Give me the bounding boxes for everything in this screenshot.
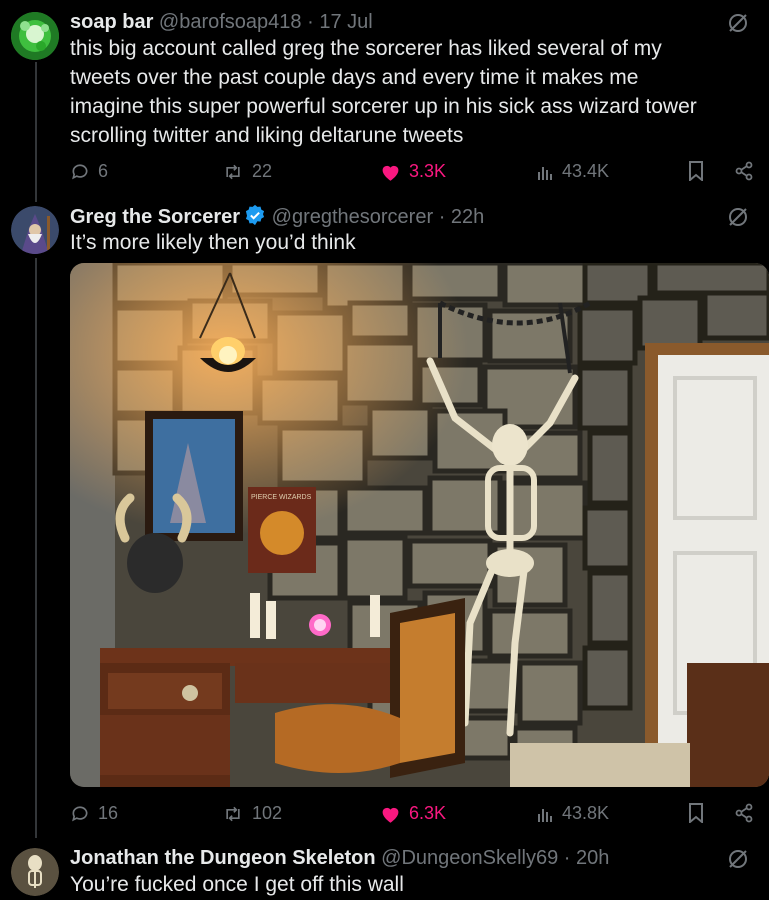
like-count: 3.3K (409, 161, 447, 181)
heart-icon (382, 165, 399, 181)
separator: · (563, 847, 571, 869)
user-handle[interactable]: @barofsoap418 (159, 11, 302, 33)
like-count: 6.3K (409, 803, 447, 823)
tweet-header: Greg the Sorcerer @gregthesorcerer · 22h (70, 204, 484, 229)
display-name[interactable]: Greg the Sorcerer (70, 206, 240, 228)
separator: · (438, 206, 446, 228)
tweet-text-line: imagine this super powerful sorcerer up … (70, 95, 697, 118)
views-button[interactable]: 43.4K (536, 161, 609, 182)
view-count: 43.8K (562, 803, 610, 823)
heart-icon (382, 807, 399, 823)
retweet-count: 102 (252, 803, 283, 823)
retweet-icon (226, 164, 240, 179)
bookmark-button[interactable] (688, 803, 704, 823)
display-name[interactable]: Jonathan the Dungeon Skeleton (70, 847, 376, 869)
action-bar: 6 22 3.3K 43.4K (70, 161, 760, 187)
bookmark-button[interactable] (688, 161, 704, 181)
views-icon (538, 808, 552, 822)
like-button[interactable]: 6.3K (380, 803, 446, 824)
retweet-icon (226, 806, 240, 821)
reply-button[interactable]: 6 (70, 161, 108, 182)
tweet-text-line: tweets over the past couple days and eve… (70, 66, 639, 89)
share-button[interactable] (734, 803, 754, 823)
tweet-text: It’s more likely then you’d think (70, 231, 356, 254)
reply-icon (72, 163, 88, 179)
grok-icon[interactable] (727, 12, 749, 34)
timestamp[interactable]: 17 Jul (319, 11, 372, 33)
display-name[interactable]: soap bar (70, 11, 153, 33)
retweet-button[interactable]: 22 (222, 161, 272, 182)
views-icon (538, 166, 552, 180)
grok-icon[interactable] (727, 848, 749, 870)
tweet-text: this big account called greg the sorcere… (70, 34, 750, 150)
user-handle[interactable]: @gregthesorcerer (272, 206, 433, 228)
tweet-header: soap bar @barofsoap418 · 17 Jul (70, 10, 373, 34)
share-icon (735, 161, 753, 181)
tweet-soap-bar[interactable]: soap bar @barofsoap418 · 17 Jul this big… (0, 8, 769, 198)
user-handle[interactable]: @DungeonSkelly69 (381, 847, 558, 869)
tweet-greg-the-sorcerer[interactable]: Greg the Sorcerer @gregthesorcerer · 22h… (0, 202, 769, 842)
avatar[interactable] (11, 12, 59, 60)
reply-icon (72, 805, 88, 821)
bookmark-icon (689, 803, 703, 823)
retweet-button[interactable]: 102 (222, 803, 282, 824)
grok-icon[interactable] (727, 206, 749, 228)
reply-count: 16 (98, 803, 119, 823)
share-icon (735, 803, 753, 823)
tweet-text-line: this big account called greg the sorcere… (70, 37, 662, 60)
tweet-jonathan-the-dungeon-skeleton[interactable]: Jonathan the Dungeon Skeleton @DungeonSk… (0, 844, 769, 900)
avatar[interactable] (11, 206, 59, 254)
timestamp[interactable]: 22h (451, 206, 484, 228)
tweet-header: Jonathan the Dungeon Skeleton @DungeonSk… (70, 846, 609, 870)
action-bar: 16 102 6.3K 43.8K (70, 803, 760, 829)
retweet-count: 22 (252, 161, 273, 181)
avatar[interactable] (11, 848, 59, 896)
bookmark-icon (689, 161, 703, 181)
tweet-text: You’re fucked once I get off this wall (70, 873, 404, 896)
view-count: 43.4K (562, 161, 610, 181)
verified-icon (246, 204, 265, 226)
timestamp[interactable]: 20h (576, 847, 609, 869)
reply-count: 6 (98, 161, 109, 181)
like-button[interactable]: 3.3K (380, 161, 446, 182)
poster-title: PIERCE WIZARDS (251, 494, 312, 501)
separator: · (307, 11, 314, 33)
reply-button[interactable]: 16 (70, 803, 118, 824)
views-button[interactable]: 43.8K (536, 803, 609, 824)
tweet-photo[interactable]: PIERCE WIZARDS (70, 263, 769, 787)
tweet-text-line: scrolling twitter and liking deltarune t… (70, 124, 464, 147)
share-button[interactable] (734, 161, 754, 181)
